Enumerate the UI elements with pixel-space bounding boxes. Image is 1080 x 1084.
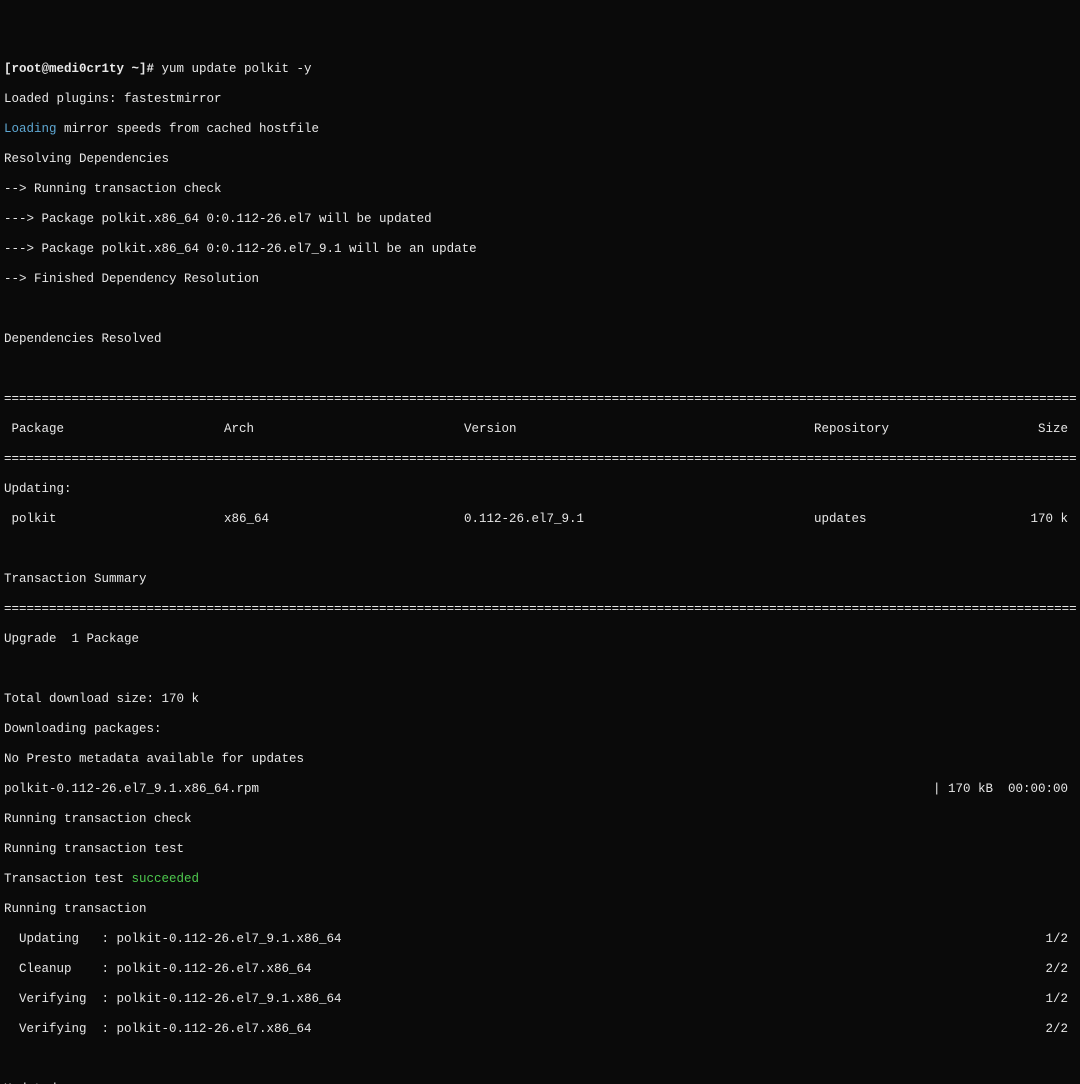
step-updating: Updating : polkit-0.112-26.el7_9.1.x86_6… [4,932,1076,947]
resolving-line: Resolving Dependencies [4,152,1076,167]
header-version: Version [464,422,814,437]
header-package: Package [4,422,224,437]
step-progress: 1/2 [1036,992,1076,1007]
loading-mirror-line: Loading mirror speeds from cached hostfi… [4,122,1076,137]
blank [4,662,1076,677]
finished-dep-line: --> Finished Dependency Resolution [4,272,1076,287]
prompt-line-1[interactable]: [root@medi0cr1ty ~]# yum update polkit -… [4,62,1076,77]
header-arch: Arch [224,422,464,437]
cell-size: 170 k [1024,512,1076,527]
cell-repository: updates [814,512,1024,527]
trans-test-result: succeeded [132,872,200,886]
blank [4,1052,1076,1067]
no-presto-line: No Presto metadata available for updates [4,752,1076,767]
blank [4,542,1076,557]
loaded-plugins-line: Loaded plugins: fastestmirror [4,92,1076,107]
step-cleanup: Cleanup : polkit-0.112-26.el7.x86_64 2/2 [4,962,1076,977]
separator-line: ========================================… [4,452,1076,467]
step-progress: 2/2 [1036,962,1076,977]
rpm-status: | 170 kB 00:00:00 [933,782,1076,797]
rpm-download-line: polkit-0.112-26.el7_9.1.x86_64.rpm | 170… [4,782,1076,797]
run-trans-line: Running transaction [4,902,1076,917]
step-progress: 2/2 [1036,1022,1076,1037]
step-text: Verifying : polkit-0.112-26.el7.x86_64 [4,1022,1036,1037]
trans-check-line: --> Running transaction check [4,182,1076,197]
step-text: Verifying : polkit-0.112-26.el7_9.1.x86_… [4,992,1036,1007]
step-text: Updating : polkit-0.112-26.el7_9.1.x86_6… [4,932,1036,947]
blank [4,302,1076,317]
prompt-cmd: yum update polkit -y [162,62,312,76]
updated-header-line: Updated: [4,1082,1076,1084]
package-new-line: ---> Package polkit.x86_64 0:0.112-26.el… [4,242,1076,257]
total-dl-line: Total download size: 170 k [4,692,1076,707]
step-verifying-2: Verifying : polkit-0.112-26.el7.x86_64 2… [4,1022,1076,1037]
trans-test-prefix: Transaction test [4,872,132,886]
table-row: polkit x86_64 0.112-26.el7_9.1 updates 1… [4,512,1076,527]
package-old-line: ---> Package polkit.x86_64 0:0.112-26.el… [4,212,1076,227]
step-text: Cleanup : polkit-0.112-26.el7.x86_64 [4,962,1036,977]
loading-word: Loading [4,122,57,136]
separator-line: ========================================… [4,602,1076,617]
separator-line: ========================================… [4,392,1076,407]
trans-test-result-line: Transaction test succeeded [4,872,1076,887]
upgrade-count-line: Upgrade 1 Package [4,632,1076,647]
trans-summary-line: Transaction Summary [4,572,1076,587]
table-header: Package Arch Version Repository Size [4,422,1076,437]
step-verifying-1: Verifying : polkit-0.112-26.el7_9.1.x86_… [4,992,1076,1007]
run-trans-test-line: Running transaction test [4,842,1076,857]
cell-package: polkit [4,512,224,527]
prompt-userhost: [root@medi0cr1ty ~]# [4,62,162,76]
header-repository: Repository [814,422,1024,437]
updating-header: Updating: [4,482,1076,497]
blank [4,362,1076,377]
cell-arch: x86_64 [224,512,464,527]
downloading-line: Downloading packages: [4,722,1076,737]
rpm-name: polkit-0.112-26.el7_9.1.x86_64.rpm [4,782,933,797]
loading-rest: mirror speeds from cached hostfile [57,122,320,136]
run-trans-check-line: Running transaction check [4,812,1076,827]
step-progress: 1/2 [1036,932,1076,947]
deps-resolved-line: Dependencies Resolved [4,332,1076,347]
header-size: Size [1024,422,1076,437]
cell-version: 0.112-26.el7_9.1 [464,512,814,527]
